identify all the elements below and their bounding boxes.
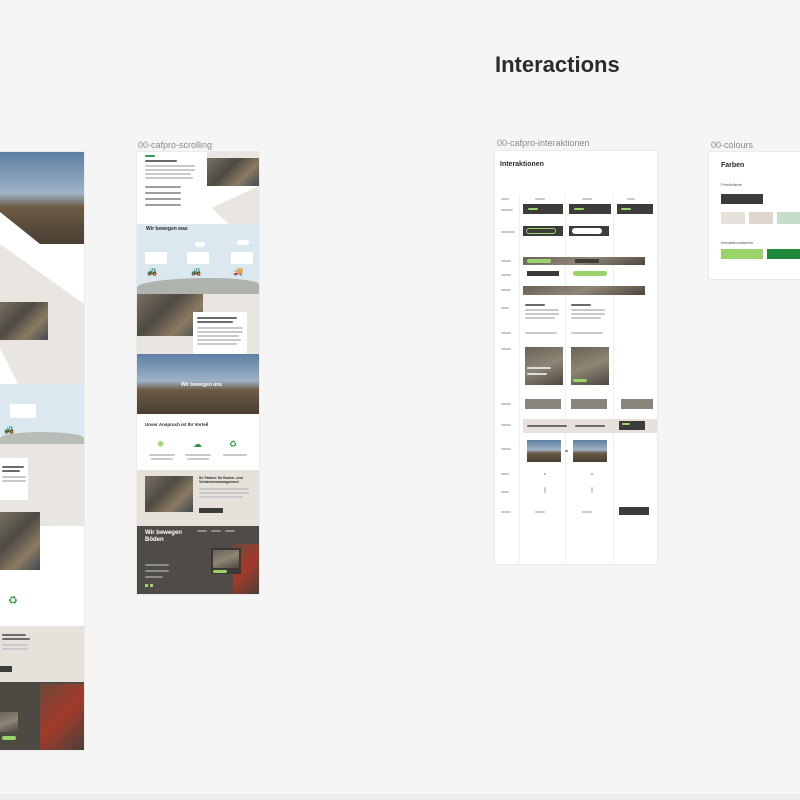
bar-default[interactable] xyxy=(527,271,559,276)
section-title: Interactions xyxy=(495,52,620,77)
social-icon-2[interactable] xyxy=(150,584,153,587)
strip-dark-bar[interactable] xyxy=(575,259,599,263)
grey-button-default[interactable] xyxy=(525,399,561,409)
col-divider-3 xyxy=(613,195,614,563)
process-card-3 xyxy=(231,252,253,264)
bulb-icon: ✺ xyxy=(157,439,165,449)
swatch-green-dark xyxy=(767,249,800,259)
hero-white-wedge xyxy=(0,212,40,244)
primary-label: Primärfarbe xyxy=(721,182,742,187)
footer-heading: Wir bewegen Böden xyxy=(145,530,182,543)
hero-photo-scrolling xyxy=(207,158,259,186)
truck-icon-2: 🚚 xyxy=(233,267,243,276)
card-white xyxy=(0,458,28,500)
footer-card-image-scrolling xyxy=(213,550,239,568)
thumb-default[interactable] xyxy=(527,440,561,462)
excavator-icon: 🚜 xyxy=(147,267,157,276)
recycle-icon: ♻ xyxy=(8,595,18,607)
tractor-icon: 🚜 xyxy=(191,267,201,276)
footer-card-image xyxy=(0,712,18,732)
col-divider-1 xyxy=(519,195,520,563)
beige-strip-accent xyxy=(622,423,630,425)
footer-card-button[interactable] xyxy=(213,570,227,573)
canvas-bottom-bar xyxy=(0,794,800,800)
card-image-default[interactable] xyxy=(525,347,563,385)
frame-scrolling[interactable]: Wir bewegen was 🚜 🚜 🚚 Wir bewegen uns Un… xyxy=(137,152,259,594)
swatch-light-2 xyxy=(749,212,773,224)
workers-photo xyxy=(0,302,48,340)
process-card-2 xyxy=(187,252,209,264)
footer-green-button[interactable] xyxy=(2,736,16,740)
partner-photo xyxy=(145,476,193,512)
bar-hover[interactable] xyxy=(573,271,607,276)
promise-heading: Unser Anspruch ist Ihr Vorteil xyxy=(145,422,209,427)
interaction-label: Interaktionsfarben xyxy=(721,240,754,245)
sky-card xyxy=(10,404,36,418)
hill-scrolling xyxy=(137,278,259,294)
hero-white-wedge-3 xyxy=(207,204,229,224)
pagination-button[interactable] xyxy=(619,507,649,515)
worker-portrait xyxy=(0,512,40,570)
white-triangle-2 xyxy=(0,348,18,384)
partner-heading: Ihr Partner für Boden- und Verfahrensman… xyxy=(199,476,243,485)
social-icon-1[interactable] xyxy=(145,584,148,587)
interaktionen-title: Interaktionen xyxy=(500,161,544,168)
frame-label-colours: 00-colours xyxy=(711,140,754,150)
swatch-light-1 xyxy=(721,212,745,224)
frame-colours[interactable]: Farben Primärfarbe Interaktionsfarben xyxy=(709,152,800,279)
frame-label-scrolling: 00-cafpro-scrolling xyxy=(138,140,213,150)
logo-mark xyxy=(145,155,155,157)
colours-title: Farben xyxy=(721,162,745,169)
hero-left-white xyxy=(137,152,207,224)
partner-button[interactable] xyxy=(199,508,223,513)
pill-hover-inner xyxy=(572,228,602,234)
team-photo-heading: Wir bewegen uns xyxy=(181,382,223,388)
swatch-green-light xyxy=(721,249,763,259)
frame-interaktionen[interactable]: Interaktionen xyxy=(495,151,657,564)
frame-cropped-left[interactable]: 🚜 ♻ xyxy=(0,152,84,750)
thumb-hover[interactable] xyxy=(573,440,607,462)
hill-shape xyxy=(0,432,84,444)
cloud-1 xyxy=(195,242,205,247)
footer-photo xyxy=(40,684,84,750)
cta-button-left[interactable] xyxy=(0,666,12,672)
strip-green-bar[interactable] xyxy=(527,259,551,263)
band-heading-text: Wir bewegen was xyxy=(146,226,188,232)
design-canvas: Interactions 🚜 ♻ 00-cafpro-scrolling Wir… xyxy=(0,0,800,800)
strip-image-2 xyxy=(523,286,645,295)
cloud-icon: ☁ xyxy=(193,439,202,449)
card-hover-accent xyxy=(573,379,587,382)
recycle-icon-2: ♻ xyxy=(229,439,238,449)
white-triangle-1 xyxy=(0,244,84,304)
frame-label-interaktionen: 00-cafpro-interaktionen xyxy=(497,138,590,148)
grey-button-active[interactable] xyxy=(621,399,653,409)
cloud-2 xyxy=(237,240,249,245)
pill-default-inner xyxy=(526,228,556,234)
col-divider-2 xyxy=(565,195,566,563)
process-card-1 xyxy=(145,252,167,264)
swatch-dark xyxy=(721,194,763,204)
grey-button-hover[interactable] xyxy=(571,399,607,409)
swatch-light-3 xyxy=(777,212,800,224)
